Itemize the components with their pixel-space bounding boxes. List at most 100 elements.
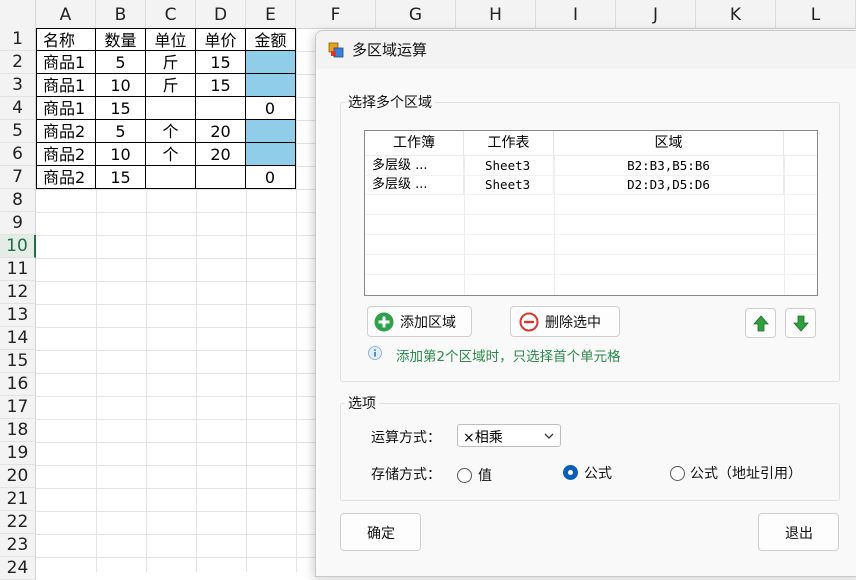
list-item[interactable]: 多层级 ... Sheet3 B2:B3,B5:B6 xyxy=(365,156,817,176)
ok-button[interactable]: 确定 xyxy=(340,513,421,551)
col-header-h[interactable]: H xyxy=(456,0,536,28)
col-header-g[interactable]: G xyxy=(376,0,456,28)
row-header-16[interactable]: 16 xyxy=(0,373,36,396)
cell-d3[interactable]: 15 xyxy=(196,74,246,97)
row-header-3[interactable]: 3 xyxy=(0,74,36,97)
cell-a4[interactable]: 商品1 xyxy=(36,97,96,120)
row-worksheet: Sheet3 xyxy=(464,156,554,175)
cell-e4[interactable]: 0 xyxy=(246,97,296,120)
select-all-corner[interactable] xyxy=(0,0,36,28)
row-header-5[interactable]: 5 xyxy=(0,120,36,143)
cell-d1[interactable]: 单价 xyxy=(196,28,246,51)
cell-b7[interactable]: 15 xyxy=(96,166,146,189)
radio-formula-address[interactable] xyxy=(670,466,685,481)
row-header-18[interactable]: 18 xyxy=(0,419,36,442)
col-header-k[interactable]: K xyxy=(696,0,776,28)
row-header-22[interactable]: 22 xyxy=(0,511,36,534)
cell-e3[interactable] xyxy=(246,74,296,97)
radio-value[interactable] xyxy=(457,468,472,483)
move-up-button[interactable] xyxy=(745,308,776,338)
radio-formula-label[interactable]: 公式 xyxy=(584,463,612,483)
row-header-21[interactable]: 21 xyxy=(0,488,36,511)
cell-b5[interactable]: 5 xyxy=(96,120,146,143)
cell-e5[interactable] xyxy=(246,120,296,143)
cell-a5[interactable]: 商品2 xyxy=(36,120,96,143)
col-header-f[interactable]: F xyxy=(296,0,376,28)
cell-a6[interactable]: 商品2 xyxy=(36,143,96,166)
cell-d2[interactable]: 15 xyxy=(196,51,246,74)
row-header-1[interactable]: 1 xyxy=(0,28,36,51)
exit-button[interactable]: 退出 xyxy=(758,513,839,551)
cell-c3[interactable]: 斤 xyxy=(146,74,196,97)
row-header-2[interactable]: 2 xyxy=(0,51,36,74)
cell-b4[interactable]: 15 xyxy=(96,97,146,120)
col-header-l[interactable]: L xyxy=(776,0,856,28)
cell-c5[interactable]: 个 xyxy=(146,120,196,143)
cell-b6[interactable]: 10 xyxy=(96,143,146,166)
column-divider xyxy=(554,155,555,295)
row-header-15[interactable]: 15 xyxy=(0,350,36,373)
radio-formula[interactable] xyxy=(563,465,578,480)
row-header-8[interactable]: 8 xyxy=(0,189,36,212)
row-header-9[interactable]: 9 xyxy=(0,212,36,235)
exit-label: 退出 xyxy=(785,526,813,542)
header-worksheet[interactable]: 工作表 xyxy=(464,131,554,155)
cell-c7[interactable] xyxy=(146,166,196,189)
cell-d5[interactable]: 20 xyxy=(196,120,246,143)
row-header-14[interactable]: 14 xyxy=(0,327,36,350)
cell-b3[interactable]: 10 xyxy=(96,74,146,97)
col-header-i[interactable]: I xyxy=(536,0,616,28)
col-header-d[interactable]: D xyxy=(196,0,246,28)
cell-b1[interactable]: 数量 xyxy=(96,28,146,51)
multi-range-dialog[interactable]: 多区域运算 选择多个区域 工作簿 工作表 区域 多层级 ... Sheet3 B… xyxy=(315,30,856,577)
cell-e1[interactable]: 金额 xyxy=(246,28,296,51)
row-header-24[interactable]: 24 xyxy=(0,557,36,580)
operation-select[interactable]: ×相乘 xyxy=(457,424,561,447)
row-header-6[interactable]: 6 xyxy=(0,143,36,166)
col-header-e[interactable]: E xyxy=(246,0,296,28)
row-header-20[interactable]: 20 xyxy=(0,465,36,488)
row-worksheet: Sheet3 xyxy=(464,175,554,194)
cell-d4[interactable] xyxy=(196,97,246,120)
radio-value-label[interactable]: 值 xyxy=(478,465,492,485)
cell-a3[interactable]: 商品1 xyxy=(36,74,96,97)
radio-formula-address-label[interactable]: 公式（地址引用） xyxy=(690,463,802,483)
cell-c2[interactable]: 斤 xyxy=(146,51,196,74)
col-header-j[interactable]: J xyxy=(616,0,696,28)
cell-b2[interactable]: 5 xyxy=(96,51,146,74)
col-header-a[interactable]: A xyxy=(36,0,96,28)
col-header-c[interactable]: C xyxy=(146,0,196,28)
header-workbook[interactable]: 工作簿 xyxy=(365,131,464,155)
header-range[interactable]: 区域 xyxy=(554,131,784,155)
row-header-19[interactable]: 19 xyxy=(0,442,36,465)
options-group xyxy=(340,403,840,501)
row-header-13[interactable]: 13 xyxy=(0,304,36,327)
cell-e2[interactable] xyxy=(246,51,296,74)
move-down-button[interactable] xyxy=(785,308,816,338)
cell-c4[interactable] xyxy=(146,97,196,120)
cell-e6[interactable] xyxy=(246,143,296,166)
col-header-b[interactable]: B xyxy=(96,0,146,28)
cell-a7[interactable]: 商品2 xyxy=(36,166,96,189)
list-item[interactable]: 多层级 ... Sheet3 D2:D3,D5:D6 xyxy=(365,175,817,195)
delete-selected-label: 删除选中 xyxy=(545,315,601,331)
dialog-titlebar[interactable]: 多区域运算 xyxy=(316,31,856,69)
add-range-button[interactable]: 添加区域 xyxy=(367,306,472,337)
cell-a1[interactable]: 名称 xyxy=(36,28,96,51)
cell-c6[interactable]: 个 xyxy=(146,143,196,166)
row-header-17[interactable]: 17 xyxy=(0,396,36,419)
cell-e7[interactable]: 0 xyxy=(246,166,296,189)
row-header-11[interactable]: 11 xyxy=(0,258,36,281)
ranges-listview[interactable]: 工作簿 工作表 区域 多层级 ... Sheet3 B2:B3,B5:B6 多层… xyxy=(364,130,818,296)
cell-d6[interactable]: 20 xyxy=(196,143,246,166)
row-header-12[interactable]: 12 xyxy=(0,281,36,304)
cell-a2[interactable]: 商品1 xyxy=(36,51,96,74)
delete-selected-button[interactable]: 删除选中 xyxy=(510,306,620,337)
row-header-10[interactable]: 10 xyxy=(0,235,36,258)
cell-c1[interactable]: 单位 xyxy=(146,28,196,51)
cell-d7[interactable] xyxy=(196,166,246,189)
list-empty-row xyxy=(365,254,817,275)
row-header-7[interactable]: 7 xyxy=(0,166,36,189)
row-header-4[interactable]: 4 xyxy=(0,97,36,120)
row-header-23[interactable]: 23 xyxy=(0,534,36,557)
